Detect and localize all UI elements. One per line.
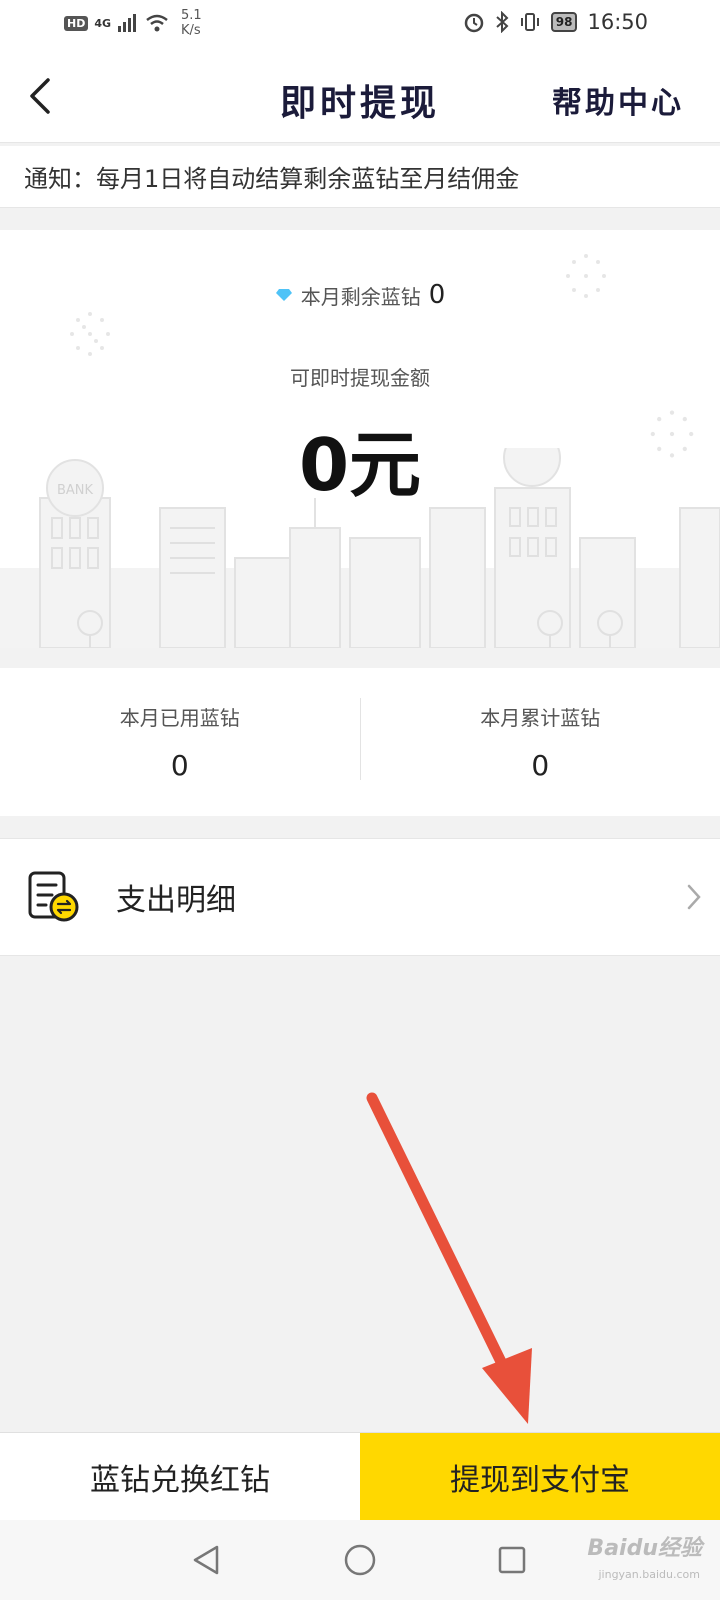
title-bar: 即时提现 帮助中心 [0,50,720,143]
status-right: 98 16:50 [463,10,648,34]
stat-used-label: 本月已用蓝钻 [119,706,240,730]
exchange-button[interactable]: 蓝钻兑换红钻 [0,1433,360,1521]
baidu-watermark: Baidu经验 [587,1536,702,1561]
expense-detail-row[interactable]: 支出明细 [0,838,720,956]
circle-home-icon [344,1544,376,1576]
dot-cluster-decoration [70,312,110,356]
triangle-back-icon [193,1545,219,1575]
nav-home-button[interactable] [340,1540,380,1580]
clock: 16:50 [587,10,648,34]
stat-total-value: 0 [531,749,550,782]
bottom-action-bar: 蓝钻兑换红钻 提现到支付宝 [0,1432,720,1521]
help-center-link[interactable]: 帮助中心 [552,78,684,122]
signal-icon [118,14,137,32]
withdraw-label: 可即时提现金额 [290,366,430,390]
speed-value: 5.1 [181,8,202,23]
nav-recents-button[interactable] [492,1540,532,1580]
bluetooth-icon [496,11,509,33]
withdraw-amount: 0元 [298,423,422,507]
net-speed: 5.1 K/s [181,8,202,38]
receipt-exchange-icon [28,871,79,922]
wifi-icon [146,14,168,32]
nav-back-button[interactable] [186,1540,226,1580]
watermark-url: jingyan.baidu.com [598,1568,700,1581]
notice-bar: 通知：每月1日将自动结算剩余蓝钻至月结佣金 [0,146,720,208]
speed-unit: K/s [181,23,201,38]
remaining-row: 本月剩余蓝钻 0 [0,280,720,310]
stat-total-label: 本月累计蓝钻 [480,706,601,730]
remaining-label: 本月剩余蓝钻 [300,284,421,309]
square-recents-icon [498,1546,526,1574]
withdraw-alipay-button[interactable]: 提现到支付宝 [360,1433,720,1521]
vibrate-icon [520,13,539,31]
stat-used-value: 0 [170,749,189,782]
chevron-right-icon [687,884,701,910]
alarm-icon [464,13,484,33]
notice-text: 通知：每月1日将自动结算剩余蓝钻至月结佣金 [24,165,520,193]
hd-badge: HD [64,15,89,31]
balance-card: BANK 本月剩余蓝钻 0 可即时提现金额 0元 [0,230,720,648]
diamond-icon [275,289,292,301]
stats-card: 本月已用蓝钻 0 本月累计蓝钻 0 [0,668,720,816]
stat-used: 本月已用蓝钻 0 [0,668,360,816]
expense-detail-label: 支出明细 [116,883,236,918]
stat-total: 本月累计蓝钻 0 [361,668,720,816]
network-type: 4G [94,16,112,30]
status-bar: HD 4G 5.1 K/s 98 16:50 [0,0,720,50]
status-left: HD 4G 5.1 K/s [64,8,202,38]
remaining-value: 0 [428,280,446,310]
battery-indicator: 98 [550,12,578,32]
